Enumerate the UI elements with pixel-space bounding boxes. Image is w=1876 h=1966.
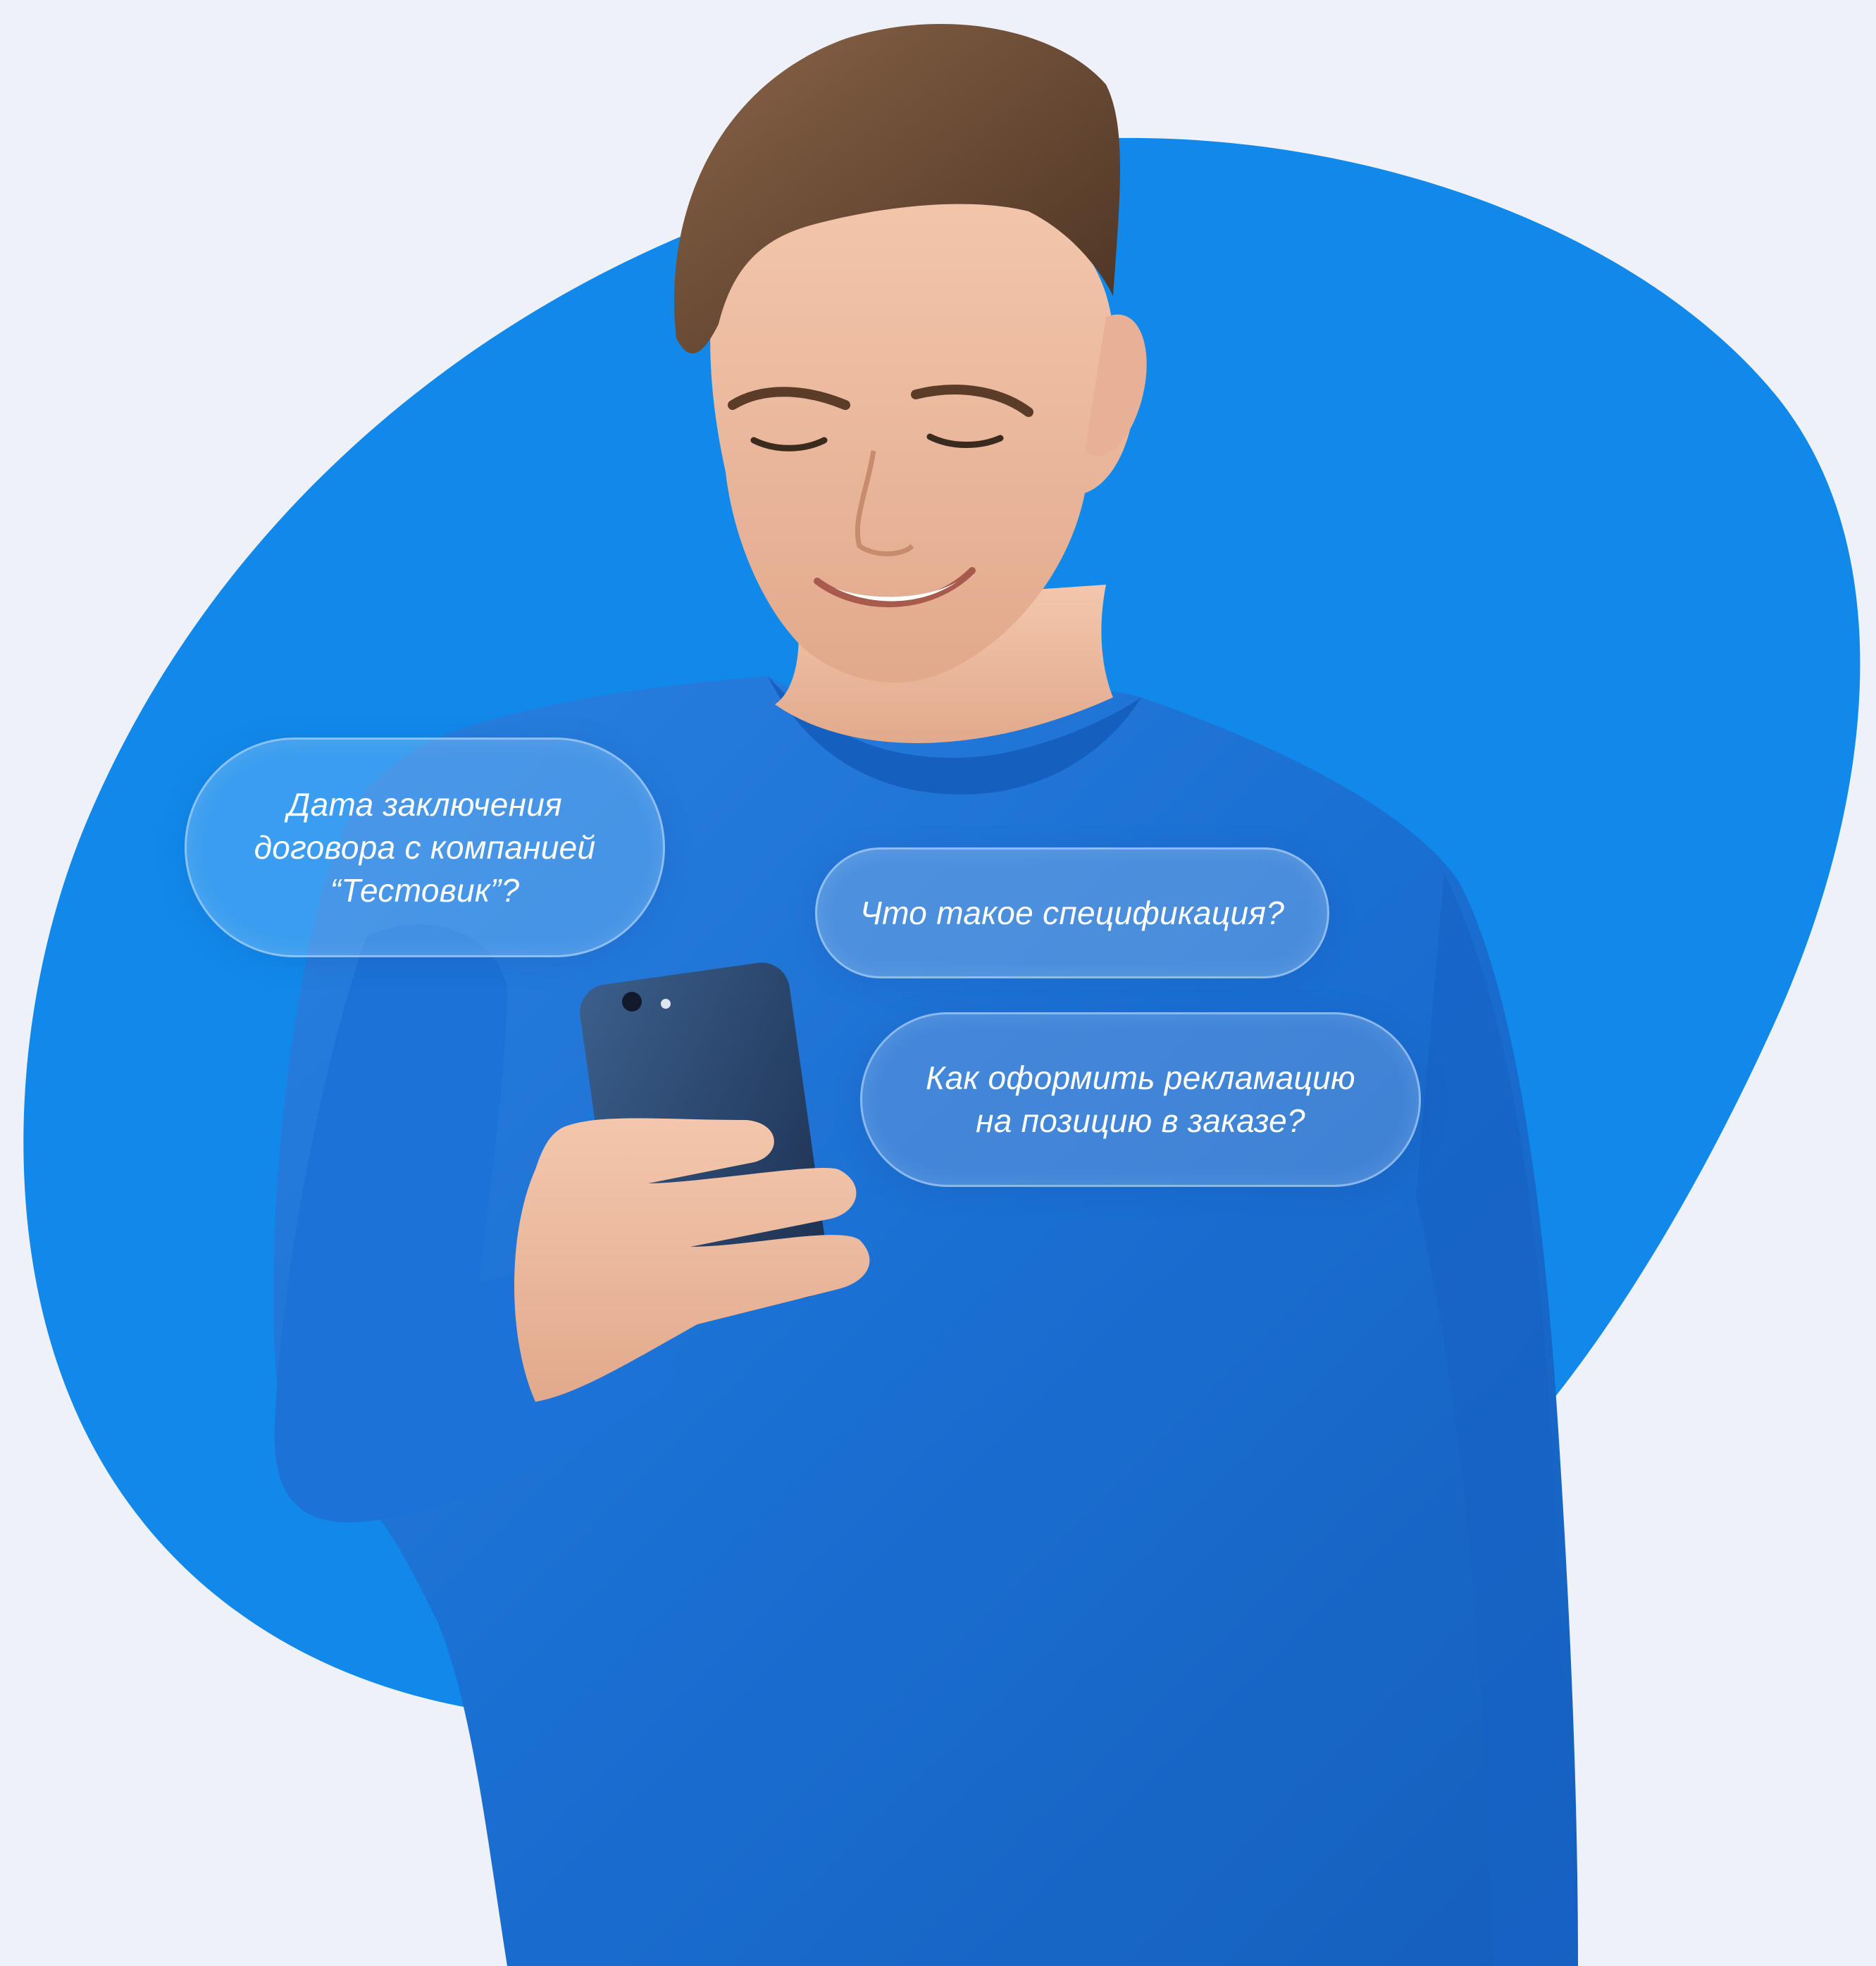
question-text: Как оформить рекламацию на позицию в зак…: [926, 1059, 1355, 1139]
question-bubble[interactable]: Что такое спецификация?: [815, 847, 1329, 978]
person-photo: [273, 24, 1579, 1966]
question-text: Дата заключения договора с компанией “Те…: [254, 785, 596, 909]
hero-illustration: Дата заключения договора с компанией “Те…: [0, 0, 1876, 1966]
question-text: Что такое спецификация?: [859, 894, 1285, 931]
question-bubble[interactable]: Дата заключения договора с компанией “Те…: [185, 738, 665, 957]
question-bubble[interactable]: Как оформить рекламацию на позицию в зак…: [860, 1012, 1421, 1187]
